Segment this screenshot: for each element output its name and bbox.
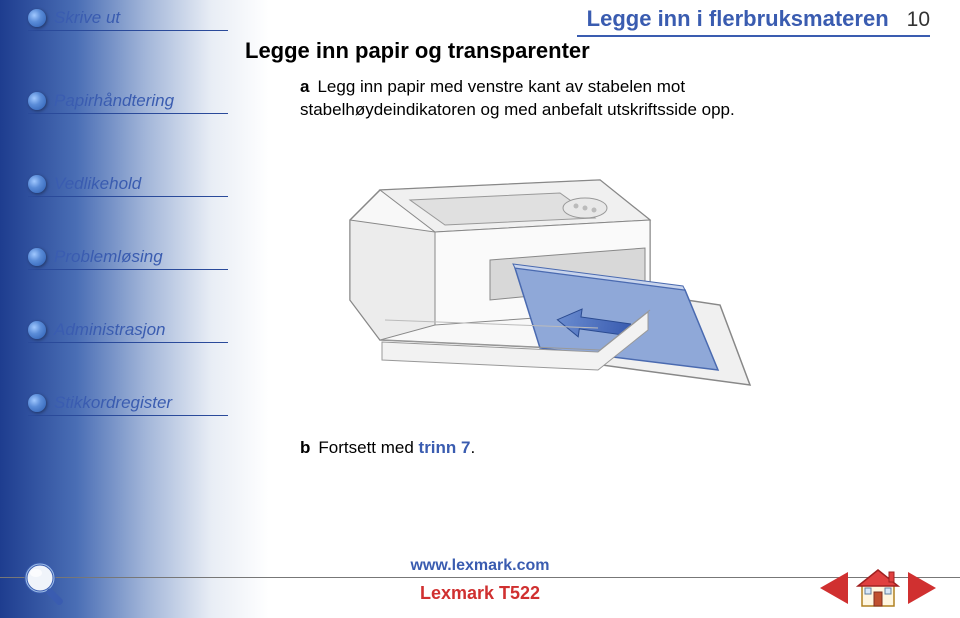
section-heading: Legge inn papir og transparenter [245, 38, 590, 64]
printer-illustration [340, 160, 760, 420]
sidebar-nav: Skrive ut Papirhåndtering Vedlikehold Pr… [28, 8, 228, 448]
prev-page-icon[interactable] [820, 572, 848, 604]
footer-product: Lexmark T522 [0, 583, 960, 604]
nav-label: Vedlikehold [54, 174, 141, 194]
step-b: b Fortsett med trinn 7. [300, 438, 475, 458]
nav-item-paper[interactable]: Papirhåndtering [28, 91, 228, 114]
page-header: Legge inn i flerbruksmateren 10 [577, 6, 930, 37]
page-number: 10 [907, 8, 930, 32]
nav-item-print[interactable]: Skrive ut [28, 8, 228, 31]
home-icon[interactable] [856, 568, 900, 608]
step-text-suffix: . [470, 438, 475, 457]
step-link[interactable]: trinn 7 [419, 438, 471, 457]
search-icon[interactable] [20, 558, 70, 608]
nav-label: Papirhåndtering [54, 91, 174, 111]
nav-item-index[interactable]: Stikkordregister [28, 393, 228, 416]
step-a: aLegg inn papir med venstre kant av stab… [300, 76, 860, 122]
step-letter: a [300, 77, 309, 96]
bullet-icon [28, 321, 46, 339]
bullet-icon [28, 394, 46, 412]
nav-label: Stikkordregister [54, 393, 172, 413]
step-text: Legg inn papir med venstre kant av stabe… [300, 77, 735, 119]
next-page-icon[interactable] [908, 572, 936, 604]
nav-label: Skrive ut [54, 8, 120, 28]
footer-url[interactable]: www.lexmark.com [0, 557, 960, 578]
nav-label: Problemløsing [54, 247, 163, 267]
bullet-icon [28, 175, 46, 193]
bullet-icon [28, 9, 46, 27]
page-title: Legge inn i flerbruksmateren [587, 6, 889, 32]
nav-item-maintenance[interactable]: Vedlikehold [28, 174, 228, 197]
bullet-icon [28, 92, 46, 110]
bullet-icon [28, 248, 46, 266]
nav-label: Administrasjon [54, 320, 166, 340]
footer-nav [820, 568, 936, 608]
nav-item-troubleshoot[interactable]: Problemløsing [28, 247, 228, 270]
step-letter: b [300, 438, 310, 457]
step-text-prefix: Fortsett med [318, 438, 418, 457]
nav-item-admin[interactable]: Administrasjon [28, 320, 228, 343]
